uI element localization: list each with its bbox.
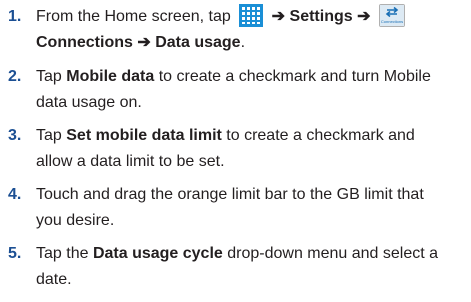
step-line: data usage on. bbox=[36, 94, 142, 111]
step-text-segment: to create a checkmark and bbox=[221, 127, 415, 144]
step-number: 3. bbox=[8, 127, 22, 144]
data-usage-cycle-label: Data usage cycle bbox=[92, 245, 223, 262]
step-text-segment: Tap the bbox=[36, 245, 93, 262]
step-line: date. bbox=[36, 271, 72, 288]
step-text-segment: Tap bbox=[36, 127, 67, 144]
svg-text:Connections: Connections bbox=[381, 19, 403, 24]
step-text: Tap the Data usage cycle drop-down menu … bbox=[36, 241, 468, 293]
step-number: 2. bbox=[8, 68, 22, 85]
step-text-segment: to create a checkmark and turn Mobile bbox=[154, 68, 431, 85]
mobile-data-label: Mobile data bbox=[66, 68, 155, 85]
step-text: Tap Mobile data to create a checkmark an… bbox=[36, 64, 468, 116]
apps-grid-icon bbox=[239, 4, 264, 27]
step-line: Tap the Data usage cycle drop-down menu … bbox=[36, 241, 468, 267]
step-line: From the Home screen, tap ➔ Settings ➔ C… bbox=[36, 4, 468, 30]
arrow-glyph: ➔ bbox=[271, 8, 286, 25]
set-mobile-data-limit-label: Set mobile data limit bbox=[66, 127, 222, 144]
step-line: Tap Set mobile data limit to create a ch… bbox=[36, 123, 468, 149]
connections-label: Connections bbox=[36, 34, 133, 51]
step-line: allow a data limit to be set. bbox=[36, 153, 225, 170]
step-text-segment: . bbox=[240, 34, 246, 51]
data-usage-label: Data usage bbox=[155, 34, 241, 51]
step-text-segment: drop-down menu and select a bbox=[222, 245, 439, 262]
step-number: 1. bbox=[8, 8, 22, 25]
step-text: Tap Set mobile data limit to create a ch… bbox=[36, 123, 468, 175]
step-text-segment: From the Home screen, tap bbox=[36, 8, 231, 25]
instruction-list: 1. From the Home screen, tap ➔ Settings … bbox=[0, 0, 471, 302]
step-line: Touch and drag the orange limit bar to t… bbox=[36, 186, 424, 203]
step-text: From the Home screen, tap ➔ Settings ➔ C… bbox=[36, 4, 468, 56]
arrow-glyph: ➔ bbox=[357, 8, 371, 25]
step-text: Touch and drag the orange limit bar to t… bbox=[36, 182, 468, 234]
connections-icon: Connections bbox=[378, 4, 405, 27]
step-line: Connections ➔ Data usage. bbox=[36, 30, 468, 56]
arrow-glyph: ➔ bbox=[137, 34, 151, 51]
step-number: 5. bbox=[8, 245, 22, 262]
step-text-segment: Tap bbox=[36, 68, 67, 85]
settings-label: Settings bbox=[289, 8, 353, 25]
step-line: you desire. bbox=[36, 212, 115, 229]
step-number: 4. bbox=[8, 186, 22, 203]
step-line: Tap Mobile data to create a checkmark an… bbox=[36, 64, 468, 90]
